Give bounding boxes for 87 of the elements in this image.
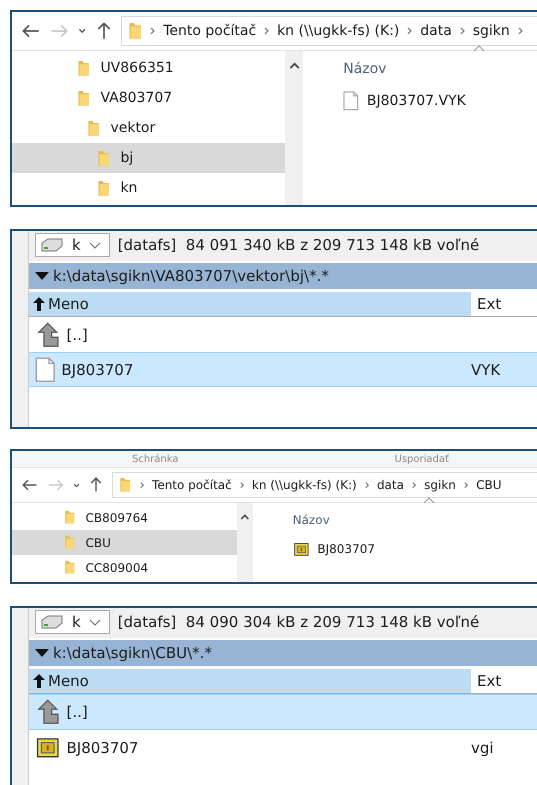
chevron-icon: [407, 26, 412, 36]
file-name: BJ803707: [61, 360, 134, 378]
chevron-icon: [460, 26, 465, 36]
file-row[interactable]: [..]: [29, 317, 537, 352]
tree-item[interactable]: vektor: [12, 113, 285, 143]
file-extension: vgi: [471, 739, 494, 757]
file-row[interactable]: BJ803707 VYK: [29, 352, 537, 387]
file-name: BJ803707: [66, 739, 138, 757]
document-icon: [343, 91, 359, 111]
file-name: BJ803707.VYK: [366, 92, 466, 109]
drive-dropdown[interactable]: k: [35, 233, 110, 257]
breadcrumb[interactable]: sgikn: [424, 478, 456, 492]
chevron-icon: [364, 480, 369, 490]
breadcrumb[interactable]: CBU: [476, 478, 502, 492]
folder-icon: [64, 535, 76, 550]
breadcrumb[interactable]: data: [376, 478, 404, 492]
tree-item[interactable]: VA803707: [12, 83, 285, 113]
folder-icon: [64, 510, 76, 525]
file-item[interactable]: BJ803707.VYK: [343, 91, 537, 111]
sort-caret-icon: [473, 45, 486, 52]
folder-icon: [87, 120, 100, 136]
tree-item[interactable]: UV866351: [12, 53, 285, 83]
drive-icon: [40, 238, 64, 252]
tree-item[interactable]: kn: [12, 173, 285, 203]
triangle-down-icon[interactable]: [35, 272, 49, 280]
chevron-icon: [464, 480, 468, 490]
back-arrow-icon[interactable]: [22, 24, 40, 38]
breadcrumb[interactable]: data: [420, 23, 452, 39]
file-name: BJ803707: [317, 542, 375, 556]
folder-icon: [77, 90, 90, 106]
folder-icon: [97, 150, 110, 166]
sort-up-arrow-icon: [33, 674, 45, 688]
drive-icon: [40, 615, 64, 629]
free-space-text: [datafs] 84 090 304 kB z 209 713 148 kB voľné: [118, 613, 480, 631]
breadcrumb[interactable]: kn (\\ugkk-fs) (K:): [277, 23, 400, 39]
up-arrow-icon[interactable]: [90, 477, 102, 493]
folder-icon: [97, 180, 110, 196]
path-text: k:\data\sgikn\CBU\*.*: [53, 644, 212, 662]
chevron-icon: [412, 480, 416, 490]
chevron-icon: [264, 26, 270, 36]
address-bar[interactable]: Tento počítač kn (\\ugkk-fs) (K:) data sgikn CBU: [112, 472, 537, 498]
scroll-up-icon[interactable]: [240, 513, 250, 520]
ribbon-group-label: Schránka: [131, 454, 180, 464]
back-arrow-icon[interactable]: [22, 479, 38, 491]
file-item[interactable]: BJ803707: [292, 541, 537, 558]
free-space-text: [datafs] 84 091 340 kB z 209 713 148 kB voľné: [118, 236, 480, 254]
folder-icon: [64, 560, 76, 575]
address-bar[interactable]: Tento počítač kn (\\ugkk-fs) (K:) data sgikn: [120, 16, 537, 46]
folder-icon: [77, 60, 90, 76]
up-arrow-icon[interactable]: [96, 22, 111, 40]
column-header[interactable]: Názov: [343, 61, 537, 77]
file-name: [..]: [66, 703, 88, 721]
folder-icon: [119, 477, 132, 493]
name-column-header[interactable]: Meno: [29, 669, 471, 693]
ribbon-group-label: Usporiadať: [394, 454, 450, 464]
up-arrow-icon: [35, 322, 60, 348]
sort-up-arrow-icon: [33, 297, 45, 311]
sort-caret-icon: [422, 497, 435, 504]
tree-item[interactable]: CB809764: [12, 505, 237, 530]
path-text: k:\data\sgikn\VA803707\vektor\bj\*.*: [53, 267, 329, 285]
drive-dropdown[interactable]: k: [35, 610, 110, 634]
file-row[interactable]: [..]: [29, 694, 537, 730]
tree-item[interactable]: CBU: [12, 530, 237, 555]
chevron-down-icon: [88, 242, 101, 248]
chevron-down-icon: [88, 618, 101, 626]
name-column-header[interactable]: Meno: [29, 292, 471, 316]
document-icon: [35, 356, 56, 382]
folder-icon: [128, 22, 142, 40]
chevron-icon: [240, 480, 244, 490]
triangle-down-icon[interactable]: [35, 649, 49, 657]
breadcrumb[interactable]: kn (\\ugkk-fs) (K:): [252, 478, 357, 492]
up-arrow-icon: [35, 699, 60, 725]
file-row[interactable]: BJ803707 vgi: [29, 730, 537, 766]
chevron-icon: [150, 26, 156, 36]
chevron-icon: [518, 26, 523, 36]
scroll-up-icon[interactable]: [288, 61, 300, 70]
chevron-icon: [140, 480, 144, 490]
file-name: [..]: [66, 326, 88, 344]
breadcrumb[interactable]: Tento počítač: [163, 23, 256, 39]
tree-item[interactable]: bj: [12, 143, 285, 173]
column-header[interactable]: Názov: [292, 513, 537, 527]
breadcrumb[interactable]: sgikn: [472, 23, 510, 39]
dropdown-chevron-icon[interactable]: [78, 28, 87, 34]
breadcrumb[interactable]: Tento počítač: [152, 478, 232, 492]
file-extension: VYK: [471, 360, 500, 378]
dropdown-chevron-icon[interactable]: [73, 482, 80, 488]
tree-item[interactable]: CC809004: [12, 555, 237, 580]
